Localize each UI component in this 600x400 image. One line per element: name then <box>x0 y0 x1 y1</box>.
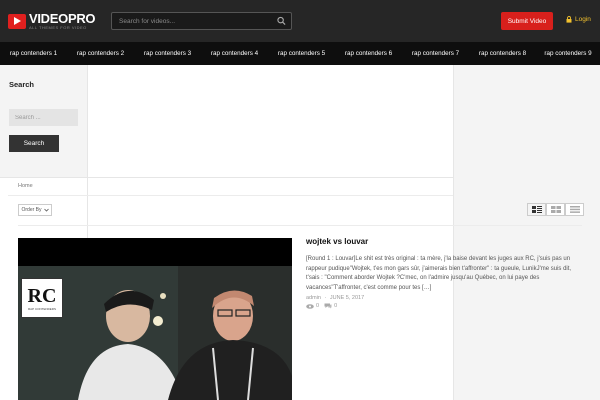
divider <box>8 195 453 196</box>
rows-view-icon <box>569 206 580 213</box>
nav-item-rap-contenders-6[interactable]: rap contenders 6 <box>335 42 402 65</box>
logo-tagline: ALL THEMES FOR VIDEO <box>29 25 87 30</box>
sidebar-title: Search <box>9 80 35 89</box>
chevron-down-icon <box>43 208 49 212</box>
grid-view-button[interactable] <box>546 203 565 216</box>
view-switcher <box>527 203 584 216</box>
nav-item-rap-contenders-4[interactable]: rap contenders 4 <box>201 42 268 65</box>
order-by-dropdown[interactable]: Order By <box>18 204 52 216</box>
header-search <box>111 12 292 30</box>
post-stats: 0 0 <box>306 303 342 309</box>
search-icon[interactable] <box>277 16 286 26</box>
list-view-button[interactable] <box>527 203 546 216</box>
post-date: JUNE 5, 2017 <box>329 295 365 301</box>
login-label: Login <box>575 16 591 23</box>
divider <box>0 177 453 178</box>
sidebar-search-button[interactable]: Search <box>9 135 59 152</box>
divider <box>453 65 454 400</box>
order-by-label: Order By <box>21 207 42 213</box>
nav-item-rap-contenders-5[interactable]: rap contenders 5 <box>268 42 335 65</box>
site-logo[interactable]: VIDEOPRO ALL THEMES FOR VIDEO <box>8 11 96 30</box>
video-frame: RC RAP CONTENDERS <box>18 266 292 400</box>
play-icon <box>8 13 26 29</box>
lock-icon <box>566 16 572 23</box>
views-count: 0 <box>316 303 320 309</box>
comment-icon <box>324 303 332 309</box>
main-nav: rap contenders 1 rap contenders 2 rap co… <box>0 42 600 65</box>
video-search-input[interactable] <box>112 13 272 29</box>
login-link[interactable]: Login <box>566 16 591 23</box>
post-excerpt: [Round 1 : Louvar]Le shit est très origi… <box>306 256 572 291</box>
nav-item-rap-contenders-9[interactable]: rap contenders 9 <box>536 42 600 65</box>
list-view-icon <box>531 206 542 213</box>
divider <box>18 225 582 226</box>
right-sidebar <box>453 65 600 400</box>
site-header: VIDEOPRO ALL THEMES FOR VIDEO Submit Vid… <box>0 0 600 42</box>
rc-logo-text: RC <box>27 284 57 307</box>
post-thumbnail[interactable]: RC RAP CONTENDERS <box>18 238 292 400</box>
submit-video-button[interactable]: Submit Video <box>501 12 553 30</box>
rows-view-button[interactable] <box>565 203 584 216</box>
nav-item-rap-contenders-2[interactable]: rap contenders 2 <box>67 42 134 65</box>
rc-logo: RC RAP CONTENDERS <box>21 278 63 318</box>
nav-item-rap-contenders-7[interactable]: rap contenders 7 <box>402 42 469 65</box>
logo-title: VIDEOPRO <box>29 11 96 26</box>
post-title[interactable]: wojtek vs louvar <box>306 237 368 246</box>
sidebar-search-input[interactable] <box>9 109 78 126</box>
grid-view-icon <box>550 206 561 213</box>
post-author[interactable]: admin <box>306 295 321 301</box>
comments-count: 0 <box>334 303 338 309</box>
rc-logo-subtext: RAP CONTENDERS <box>28 306 56 311</box>
eye-icon <box>306 303 314 309</box>
nav-item-rap-contenders-1[interactable]: rap contenders 1 <box>0 42 67 65</box>
breadcrumb[interactable]: Home <box>18 183 33 189</box>
post-meta: admin · JUNE 5, 2017 <box>306 295 365 301</box>
nav-item-rap-contenders-3[interactable]: rap contenders 3 <box>134 42 201 65</box>
nav-item-rap-contenders-8[interactable]: rap contenders 8 <box>469 42 536 65</box>
sidebar-search-widget: Search Search <box>0 65 87 177</box>
